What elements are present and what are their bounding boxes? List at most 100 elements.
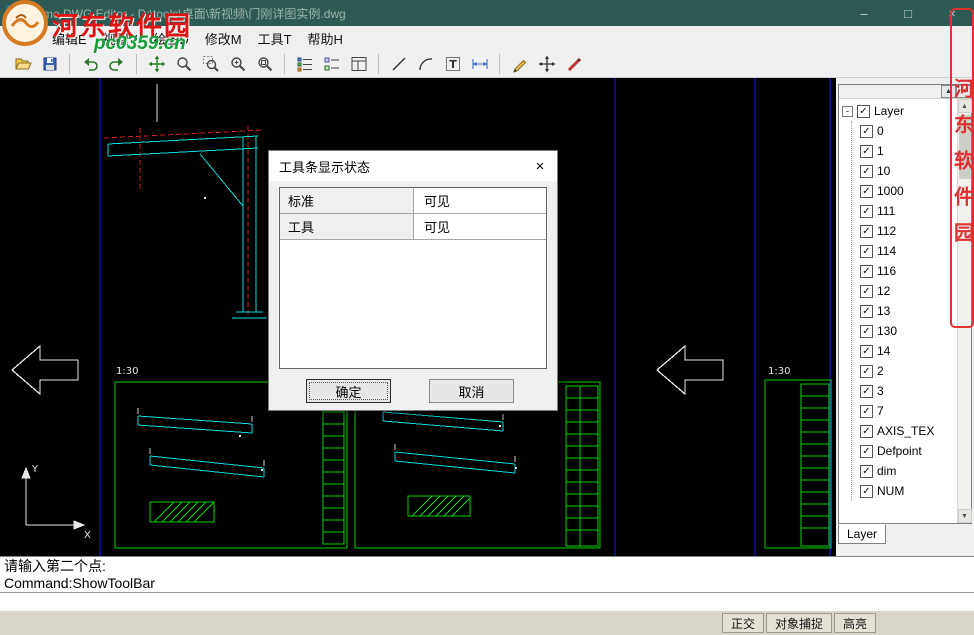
checkbox-icon[interactable]: ✓: [860, 445, 873, 458]
ortho-toggle[interactable]: 正交: [722, 613, 764, 633]
command-input[interactable]: [0, 592, 974, 610]
save-button[interactable]: [37, 52, 62, 76]
checkbox-icon[interactable]: ✓: [860, 205, 873, 218]
move-tool-button[interactable]: [534, 52, 559, 76]
layer-row[interactable]: ✓ 112: [860, 221, 957, 241]
text-tool-button[interactable]: T: [440, 52, 465, 76]
menu-item-modify[interactable]: 修改M: [197, 26, 250, 51]
dimension-icon: [471, 55, 489, 73]
layer-row[interactable]: ✓ 10: [860, 161, 957, 181]
checkbox-icon[interactable]: ✓: [860, 325, 873, 338]
layer-label: 1: [877, 144, 884, 158]
layer-row[interactable]: ✓0: [860, 121, 957, 141]
layer-row[interactable]: ✓116: [860, 261, 957, 281]
red-dashed-axes: [104, 126, 264, 314]
menu-item-help[interactable]: 帮助H: [300, 26, 351, 51]
layer-row[interactable]: ✓ AXIS_TEX: [860, 421, 957, 441]
checkbox-icon[interactable]: ✓: [860, 485, 873, 498]
checkbox-icon[interactable]: ✓: [860, 125, 873, 138]
checkbox-icon[interactable]: ✓: [860, 145, 873, 158]
zoom-in-button[interactable]: [225, 52, 250, 76]
layer-row[interactable]: ✓12: [860, 281, 957, 301]
line-icon: [390, 55, 408, 73]
scale-label-left: 1:30: [116, 366, 138, 377]
toolbar-list-row[interactable]: 工具 可见: [280, 214, 546, 240]
zoom-realtime-icon: [175, 55, 193, 73]
layer-row[interactable]: ✓1000: [860, 181, 957, 201]
marker-tool-button[interactable]: [561, 52, 586, 76]
layer-row[interactable]: ✓2: [860, 361, 957, 381]
layer-row[interactable]: ✓114: [860, 241, 957, 261]
checkbox-icon[interactable]: ✓: [860, 405, 873, 418]
status-bar: 正交 对象捕捉 高亮: [0, 610, 974, 635]
checkbox-icon[interactable]: ✓: [860, 365, 873, 378]
undo-button[interactable]: [77, 52, 102, 76]
checkbox-icon[interactable]: ✓: [860, 225, 873, 238]
block-list-button[interactable]: [319, 52, 344, 76]
layer-row[interactable]: ✓13: [860, 301, 957, 321]
open-button[interactable]: [10, 52, 35, 76]
checkbox-icon[interactable]: ✓: [860, 305, 873, 318]
sketch-tool-button[interactable]: [507, 52, 532, 76]
named-views-button[interactable]: [346, 52, 371, 76]
checkbox-icon[interactable]: ✓: [860, 385, 873, 398]
checkbox-icon[interactable]: ✓: [860, 165, 873, 178]
layer-list-button[interactable]: [292, 52, 317, 76]
checkbox-icon[interactable]: ✓: [860, 425, 873, 438]
redo-button[interactable]: [104, 52, 129, 76]
dimension-tool-button[interactable]: [467, 52, 492, 76]
zoom-extents-button[interactable]: [252, 52, 277, 76]
maximize-button[interactable]: □: [886, 0, 930, 26]
site-logo-icon: [2, 0, 48, 46]
layer-label: 3: [877, 384, 884, 398]
pencil-icon: [511, 55, 529, 73]
checkbox-icon[interactable]: ✓: [860, 345, 873, 358]
arc-tool-button[interactable]: [413, 52, 438, 76]
text-icon-glyph: T: [449, 58, 457, 71]
checkbox-icon[interactable]: ✓: [860, 245, 873, 258]
checkbox-icon[interactable]: ✓: [860, 285, 873, 298]
toolbar-list-row[interactable]: 标准 可见: [280, 188, 546, 214]
checkbox-icon[interactable]: ✓: [860, 185, 873, 198]
layer-row[interactable]: ✓14: [860, 341, 957, 361]
cancel-button[interactable]: 取消: [429, 379, 514, 403]
layer-tree-root[interactable]: - ✓ Layer: [842, 101, 957, 121]
layer-label: 112: [877, 224, 896, 238]
watermark-stamp: 河东软件园: [950, 8, 974, 328]
layer-row[interactable]: ✓Defpoint: [860, 441, 957, 461]
minimize-button[interactable]: –: [842, 0, 886, 26]
zoom-window-button[interactable]: [198, 52, 223, 76]
layer-label: AXIS_TEX: [877, 424, 934, 438]
layer-label: 0: [877, 124, 884, 138]
pan-button[interactable]: [144, 52, 169, 76]
checkbox-icon[interactable]: ✓: [860, 265, 873, 278]
layer-row[interactable]: ✓111: [860, 201, 957, 221]
layer-row[interactable]: ✓1: [860, 141, 957, 161]
menu-item-tools[interactable]: 工具T: [250, 26, 300, 51]
checkbox-icon[interactable]: ✓: [860, 465, 873, 478]
toolbar-separator: [378, 54, 379, 74]
layer-row[interactable]: ✓dim: [860, 461, 957, 481]
checkbox-icon[interactable]: ✓: [857, 105, 870, 118]
layer-row[interactable]: ✓7: [860, 401, 957, 421]
undo-icon: [81, 55, 99, 73]
scroll-down-icon[interactable]: ▼: [958, 509, 972, 523]
layer-label: 130: [877, 324, 897, 338]
dialog-close-button[interactable]: ×: [523, 151, 557, 181]
layer-label: 10: [877, 164, 890, 178]
layer-tab[interactable]: Layer: [838, 524, 886, 544]
highlight-toggle[interactable]: 高亮: [834, 613, 876, 633]
collapse-box-icon[interactable]: -: [842, 106, 853, 117]
watermark-stamp-text: 河东软件园: [948, 78, 974, 258]
dialog-title-bar: 工具条显示状态 ×: [269, 151, 557, 181]
ok-button[interactable]: 确定: [306, 379, 391, 403]
zoom-realtime-button[interactable]: [171, 52, 196, 76]
layer-row[interactable]: ✓NUM: [860, 481, 957, 501]
layer-tree: - ✓ Layer ✓0 ✓1 ✓10 ✓1000 ✓111 ✓112 ✓114…: [842, 101, 957, 523]
move-icon: [538, 55, 556, 73]
line-tool-button[interactable]: [386, 52, 411, 76]
layer-tree-children: ✓0 ✓1 ✓10 ✓1000 ✓111 ✓112 ✓114 ✓116 ✓12 …: [851, 121, 957, 501]
osnap-toggle[interactable]: 对象捕捉: [766, 613, 832, 633]
layer-row[interactable]: ✓3: [860, 381, 957, 401]
layer-row[interactable]: ✓ 130: [860, 321, 957, 341]
